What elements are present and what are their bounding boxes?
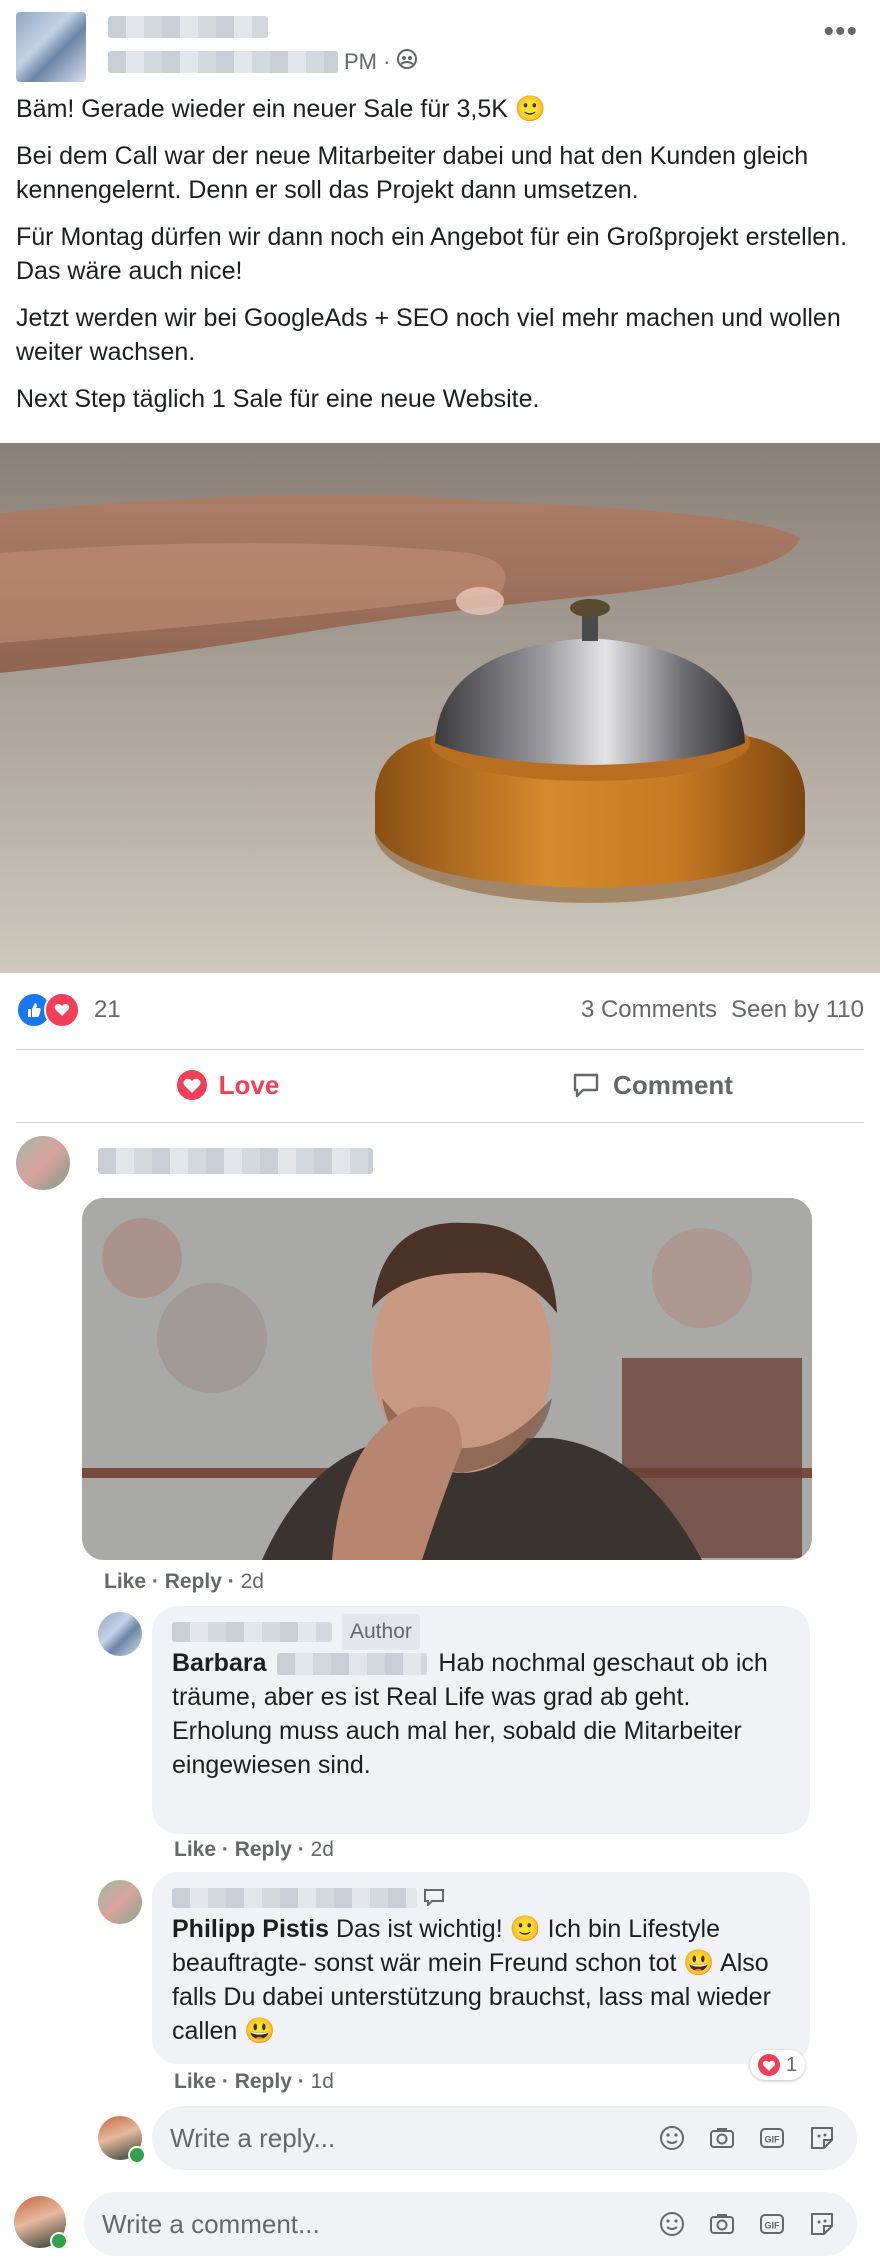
camera-icon[interactable] — [705, 2121, 739, 2155]
post-paragraph: Next Step täglich 1 Sale für eine neue W… — [16, 385, 540, 413]
post-body: Bäm! Gerade wieder ein neuer Sale für 3,… — [16, 92, 866, 429]
comment-gif-laughing[interactable] — [82, 1198, 812, 1560]
reply-avatar[interactable] — [98, 1880, 142, 1924]
sticker-icon[interactable] — [805, 2207, 839, 2241]
camera-icon[interactable] — [705, 2207, 739, 2241]
post-image-bell[interactable] — [0, 443, 880, 973]
post-meta: PM · — [108, 48, 418, 76]
messenger-icon — [423, 1881, 445, 1915]
comment-label: Comment — [613, 1069, 733, 1100]
commenter-avatar[interactable] — [16, 1136, 70, 1190]
emoji-icon[interactable] — [655, 2121, 689, 2155]
reply-reaction-badge[interactable]: 1 — [750, 2050, 806, 2080]
reply-body-2: Erholung muss auch mal her, sobald die M… — [172, 1717, 742, 1779]
reply-text: Philipp Pistis Das ist wichtig! 🙂 Ich bi… — [172, 1912, 790, 2048]
online-status-dot — [50, 2232, 68, 2250]
reply-avatar[interactable] — [98, 1612, 142, 1656]
reply-author-row: Author — [172, 1614, 790, 1650]
reply-bubble: Author Barbara Hab nochmal geschaut ob i… — [152, 1606, 810, 1834]
reply-bubble: Philipp Pistis Das ist wichtig! 🙂 Ich bi… — [152, 1872, 810, 2064]
reply-placeholder: Write a reply... — [170, 2122, 336, 2153]
comment-button[interactable]: Comment — [440, 1050, 864, 1120]
online-status-dot — [128, 2146, 146, 2164]
reply-author-redacted[interactable] — [172, 1622, 332, 1642]
reply-link[interactable]: Reply — [235, 2070, 292, 2093]
love-button[interactable]: Love — [16, 1050, 440, 1120]
love-icon — [176, 1070, 207, 1100]
post-header: PM · ••• — [0, 0, 880, 90]
svg-text:GIF: GIF — [765, 2135, 781, 2145]
commenter-name-redacted[interactable] — [98, 1148, 373, 1174]
post-paragraph: Für Montag dürfen wir dann noch ein Ange… — [16, 223, 848, 285]
svg-text:GIF: GIF — [765, 2221, 781, 2231]
seen-by-link[interactable]: Seen by 110 — [731, 996, 864, 1024]
reply-text: Barbara Hab nochmal geschaut ob ich träu… — [172, 1646, 790, 1782]
reply-name[interactable]: Barbara — [172, 1649, 267, 1677]
like-link[interactable]: Like — [174, 1838, 216, 1861]
gif-icon[interactable]: GIF — [755, 2207, 789, 2241]
reply-actions: Like · Reply · 1d — [174, 2070, 334, 2093]
post-paragraph: Bäm! Gerade wieder ein neuer Sale für 3,… — [16, 95, 547, 123]
reaction-summary: 21 3 Comments Seen by 110 — [16, 990, 864, 1030]
sticker-icon[interactable] — [805, 2121, 839, 2155]
reply-name[interactable]: Philipp Pistis — [172, 1915, 329, 1943]
like-link[interactable]: Like — [174, 2070, 216, 2093]
emoji-icon[interactable] — [655, 2207, 689, 2241]
reply-actions: Like · Reply · 2d — [174, 1838, 334, 1861]
post-time: PM · — [344, 49, 391, 74]
post-date-redacted[interactable] — [108, 51, 338, 73]
input-tools: GIF — [655, 2207, 839, 2241]
post-actions: Love Comment — [16, 1050, 864, 1120]
love-reaction-icon[interactable] — [44, 992, 80, 1028]
reply-input[interactable]: Write a reply... GIF — [152, 2106, 857, 2170]
group-icon — [396, 48, 418, 76]
like-link[interactable]: Like — [104, 1570, 146, 1593]
more-dots-icon[interactable]: ••• — [823, 17, 858, 47]
gif-icon[interactable]: GIF — [755, 2121, 789, 2155]
reply-surname-redacted[interactable] — [277, 1653, 428, 1676]
reply-author-row — [172, 1884, 790, 1912]
input-tools: GIF — [655, 2121, 839, 2155]
post-author-name-redacted[interactable] — [108, 16, 268, 38]
reply-time[interactable]: 2d — [311, 1838, 334, 1861]
love-icon — [758, 2054, 780, 2076]
reaction-count[interactable]: 21 — [94, 996, 121, 1024]
comment-icon — [573, 1073, 599, 1098]
comment-actions: Like · Reply · 2d — [104, 1570, 264, 1593]
post-author-avatar[interactable] — [16, 12, 86, 82]
reply-reaction-count: 1 — [786, 2053, 798, 2076]
divider — [16, 1122, 864, 1123]
comment-time[interactable]: 2d — [241, 1570, 264, 1593]
comment-input[interactable]: Write a comment... GIF — [84, 2192, 857, 2256]
author-badge: Author — [342, 1614, 420, 1650]
comments-count-link[interactable]: 3 Comments — [581, 996, 717, 1024]
reply-link[interactable]: Reply — [235, 1838, 292, 1861]
reply-time[interactable]: 1d — [311, 2070, 334, 2093]
reply-author-redacted[interactable] — [172, 1888, 417, 1908]
love-label: Love — [218, 1069, 280, 1100]
comment-placeholder: Write a comment... — [102, 2208, 320, 2239]
post-paragraph: Bei dem Call war der neue Mitarbeiter da… — [16, 142, 809, 204]
post-paragraph: Jetzt werden wir bei GoogleAds + SEO noc… — [16, 304, 841, 366]
reply-link[interactable]: Reply — [165, 1570, 222, 1593]
